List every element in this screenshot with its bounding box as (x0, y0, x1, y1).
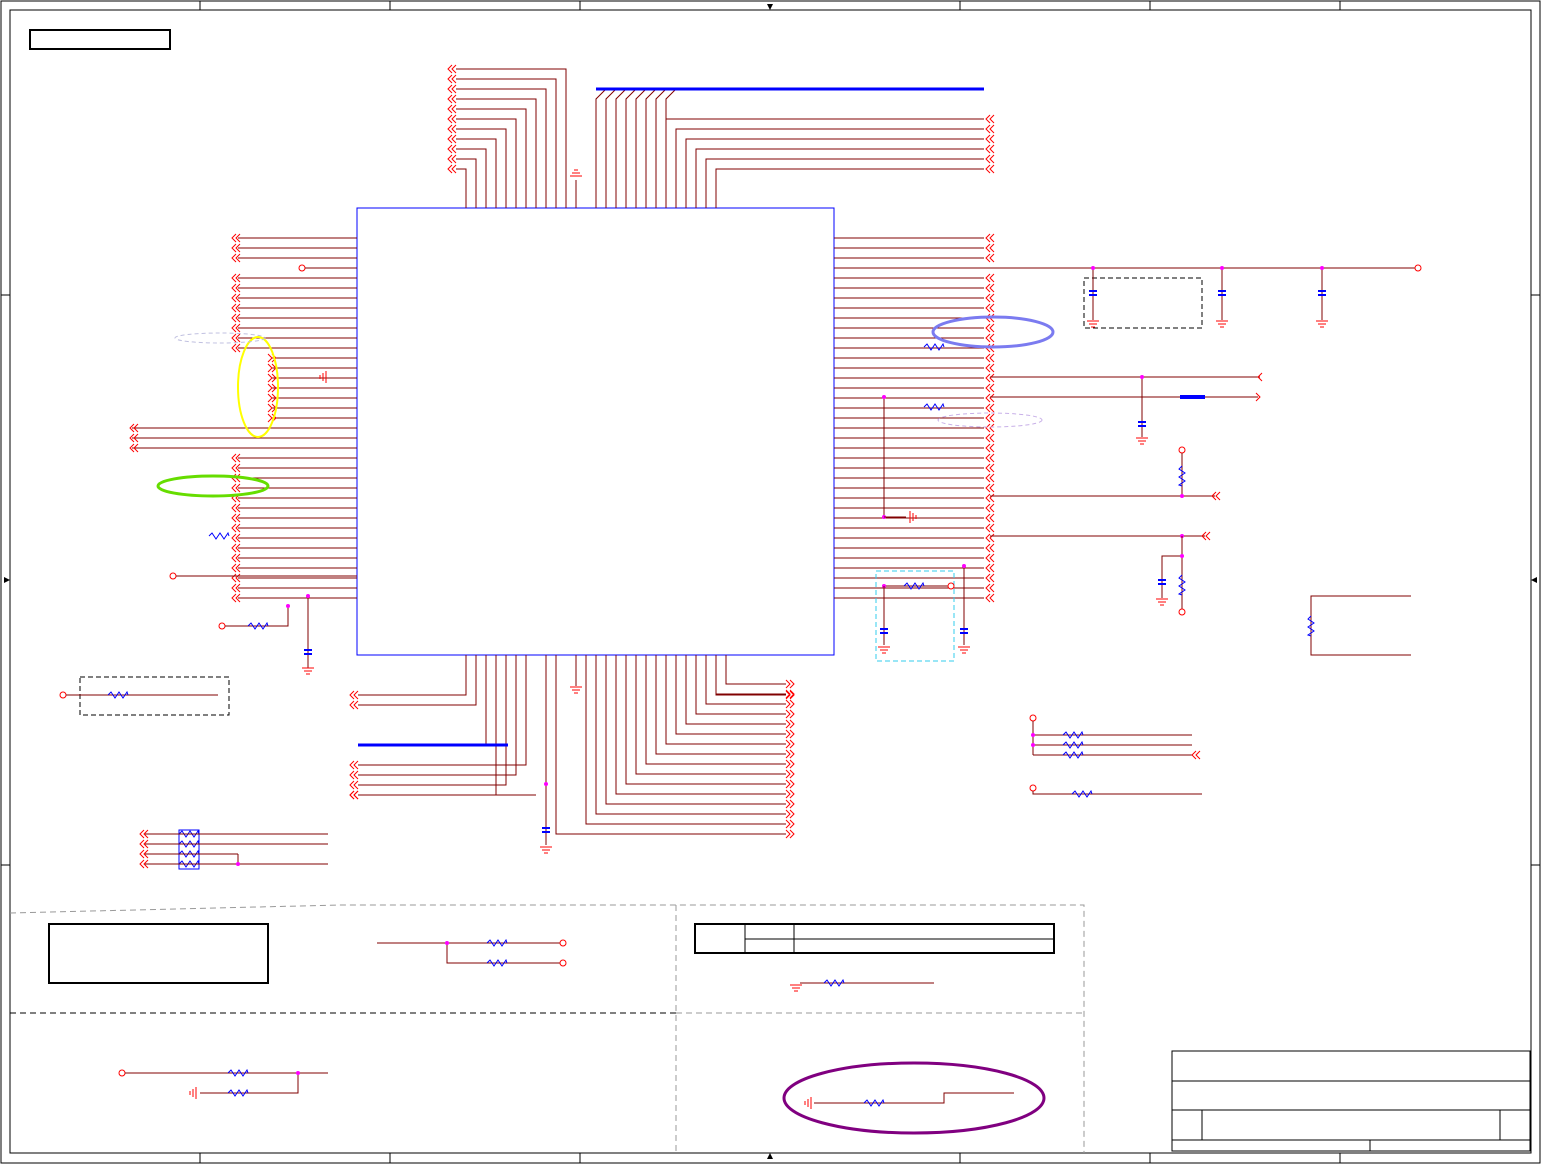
power-rail-decoupling (990, 264, 1422, 329)
highlight-faint-right (937, 412, 1043, 428)
highlight-purple (782, 1061, 1046, 1135)
main-ic (356, 207, 835, 656)
highlight-green (156, 474, 270, 498)
ic-right-passives (875, 343, 971, 662)
title-block (1171, 1050, 1531, 1152)
ic-left-passives (59, 264, 357, 870)
lower-right-resistors (1029, 714, 1202, 798)
schematic-sheet (0, 0, 1541, 1164)
net-wires (129, 64, 995, 839)
right-signal-nets (990, 372, 1411, 656)
lower-zones (9, 904, 1085, 1153)
sheet-frame (0, 0, 1541, 1164)
ic-ground-pins (539, 169, 583, 854)
note-box (48, 923, 269, 984)
sheet-title-box (29, 29, 171, 50)
highlight-yellow (237, 336, 279, 438)
